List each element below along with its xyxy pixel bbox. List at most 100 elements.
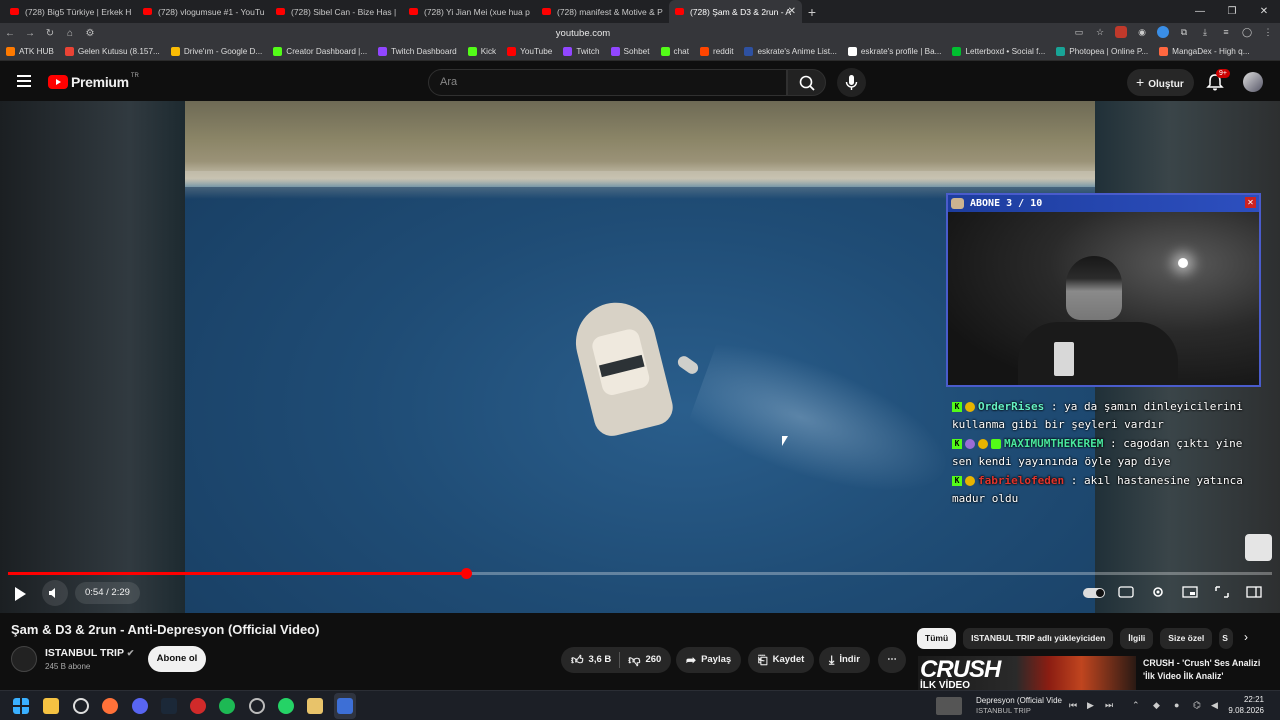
thumbs-up-icon[interactable]: 👍︎ (571, 647, 584, 673)
bookmark-favicon-icon (1159, 47, 1169, 56)
subscribe-button[interactable]: Abone ol (148, 646, 206, 672)
voice-search-button[interactable] (837, 68, 866, 97)
recommended-thumbnail[interactable]: CRUSH İLK VİDEO (918, 656, 1136, 690)
youtube-premium-logo[interactable]: Premium TR (48, 73, 139, 90)
bookmark-item[interactable]: Twitch (563, 47, 600, 56)
menu-icon[interactable] (17, 75, 31, 87)
extensions-puzzle-icon[interactable]: ⧉ (1178, 26, 1190, 38)
bookmark-item[interactable]: YouTube (507, 47, 552, 56)
close-window-icon[interactable]: ✕ (1248, 0, 1280, 23)
steam-icon[interactable] (161, 698, 177, 714)
new-tab-button[interactable]: + (802, 4, 822, 20)
previous-track-icon[interactable]: ⏮ (1069, 700, 1077, 711)
filter-chip[interactable]: S (1219, 628, 1234, 649)
kick-badge-icon: K (952, 439, 962, 449)
tray-chevron-icon[interactable]: ⌃ (1132, 700, 1140, 711)
miniplayer-icon[interactable] (1182, 585, 1198, 599)
save-button[interactable]: ⎗ Kaydet (748, 647, 815, 673)
dislike-count[interactable]: 260 (645, 647, 661, 673)
browser-menu-icon[interactable]: ⋮ (1262, 26, 1274, 38)
bookmark-item[interactable]: Creator Dashboard |... (273, 47, 367, 56)
browser-tab-active[interactable]: (728) Şam & D3 & 2run - A ✕ (669, 0, 802, 23)
minimize-icon[interactable]: — (1184, 0, 1216, 23)
filter-chip[interactable]: Tümü (917, 628, 957, 649)
extension-icon[interactable] (1157, 26, 1169, 38)
volume-tray-icon[interactable]: ◀ (1211, 700, 1218, 711)
bookmark-item[interactable]: Sohbet (610, 47, 650, 56)
chat-username: OrderRises (978, 400, 1045, 413)
search-button[interactable] (787, 69, 826, 96)
bookmark-item[interactable]: Letterboxd • Social f... (952, 47, 1045, 56)
discord-icon[interactable] (132, 698, 148, 714)
url-field[interactable]: youtube.com (0, 28, 1166, 39)
autoplay-toggle[interactable] (1083, 588, 1105, 598)
filter-chip[interactable]: Size özel (1160, 628, 1213, 649)
bookmark-item[interactable]: ATK HUB (6, 47, 54, 56)
bookmark-item[interactable]: Kick (467, 47, 496, 56)
theater-mode-icon[interactable] (1214, 585, 1230, 599)
bookmark-item[interactable]: chat (660, 47, 689, 56)
download-icon[interactable]: ⤓ (1199, 26, 1211, 38)
media-widget[interactable]: Depresyon (Official Vide ISTANBUL TRIP (936, 694, 1086, 718)
extension-icon[interactable] (1115, 26, 1127, 38)
settings-icon[interactable] (73, 698, 89, 714)
bookmark-item[interactable]: reddit (699, 47, 733, 56)
extension-icon[interactable]: ◉ (1136, 26, 1148, 38)
cast-icon[interactable]: ▭ (1073, 26, 1085, 38)
browser-tab[interactable]: (728) vlogumsue #1 - YouTube (137, 0, 270, 23)
scrubber-handle[interactable] (460, 568, 472, 579)
volume-icon[interactable] (42, 580, 68, 606)
more-actions-button[interactable]: ⋯ (878, 647, 906, 673)
play-icon[interactable] (15, 587, 26, 601)
subtitles-icon[interactable] (1118, 585, 1134, 599)
app-icon[interactable] (307, 698, 323, 714)
maximize-icon[interactable]: ❐ (1216, 0, 1248, 23)
filter-chip[interactable]: ISTANBUL TRIP adlı yükleyiciden (963, 628, 1114, 649)
like-count[interactable]: 3,6 B (589, 647, 612, 673)
fullscreen-icon[interactable] (1246, 585, 1262, 599)
system-clock[interactable]: 22:21 9.08.2026 (1228, 694, 1264, 716)
whatsapp-icon[interactable] (278, 698, 294, 714)
bookmark-star-icon[interactable]: ☆ (1094, 26, 1106, 38)
bookmark-item[interactable]: Photopea | Online P... (1056, 47, 1148, 56)
browser-tab[interactable]: (728) manifest & Motive & Pa (536, 0, 669, 23)
bookmark-item[interactable]: Drive'ım - Google D... (170, 47, 262, 56)
channel-name[interactable]: ISTANBUL TRIP ✔ (45, 647, 134, 659)
mic-tray-icon[interactable]: ● (1174, 700, 1179, 710)
browser-tab[interactable]: (728) Yi Jian Mei (xue hua piao (403, 0, 536, 23)
spotify-icon[interactable] (219, 698, 235, 714)
browser-tab[interactable]: (728) Sibel Can - Bize Has | Jah (270, 0, 403, 23)
bookmark-item[interactable]: Twitch Dashboard (378, 47, 457, 56)
close-tab-icon[interactable]: ✕ (788, 6, 796, 17)
file-explorer-icon[interactable] (43, 698, 59, 714)
filter-chip[interactable]: İlgili (1120, 628, 1154, 649)
chevron-right-icon[interactable]: › (1244, 630, 1248, 644)
browser-tab[interactable]: (728) Big5 Türkiye | Erkek Haz (4, 0, 137, 23)
bookmark-label: eskrate's Anime List... (757, 47, 837, 56)
reading-list-icon[interactable]: ≡ (1220, 26, 1232, 38)
network-icon[interactable]: ⌬ (1193, 700, 1201, 711)
settings-gear-icon[interactable] (1150, 585, 1166, 599)
chrome-icon[interactable] (249, 698, 265, 714)
account-avatar[interactable] (1243, 72, 1263, 92)
progress-bar[interactable] (8, 568, 1272, 579)
firefox-icon[interactable] (102, 698, 118, 714)
create-button[interactable]: + Oluştur (1127, 69, 1194, 96)
app-icon[interactable] (190, 698, 206, 714)
app-icon[interactable] (337, 698, 353, 714)
bookmark-item[interactable]: MangaDex - High q... (1159, 47, 1250, 56)
channel-avatar[interactable] (11, 646, 37, 672)
windows-start-icon[interactable] (13, 698, 29, 714)
bookmark-item[interactable]: eskrate's Anime List... (744, 47, 837, 56)
profile-icon[interactable]: ◯ (1241, 26, 1253, 38)
share-button[interactable]: ➦ Paylaş (676, 647, 742, 673)
search-input[interactable]: Ara (428, 69, 787, 96)
next-track-icon[interactable]: ⏭ (1105, 700, 1113, 711)
tray-app-icon[interactable]: ◆ (1153, 700, 1160, 711)
thumbs-down-icon[interactable]: 👎︎ (628, 647, 640, 673)
bookmark-item[interactable]: eskrate's profile | Ba... (847, 47, 941, 56)
bookmark-item[interactable]: Gelen Kutusu (8.157... (64, 47, 160, 56)
recommended-video-title[interactable]: CRUSH - 'Crush' Ses Analizi 'İlk Video İ… (1143, 657, 1273, 683)
download-button[interactable]: ⤓ İndir (819, 647, 870, 673)
play-track-icon[interactable]: ▶ (1087, 700, 1094, 711)
